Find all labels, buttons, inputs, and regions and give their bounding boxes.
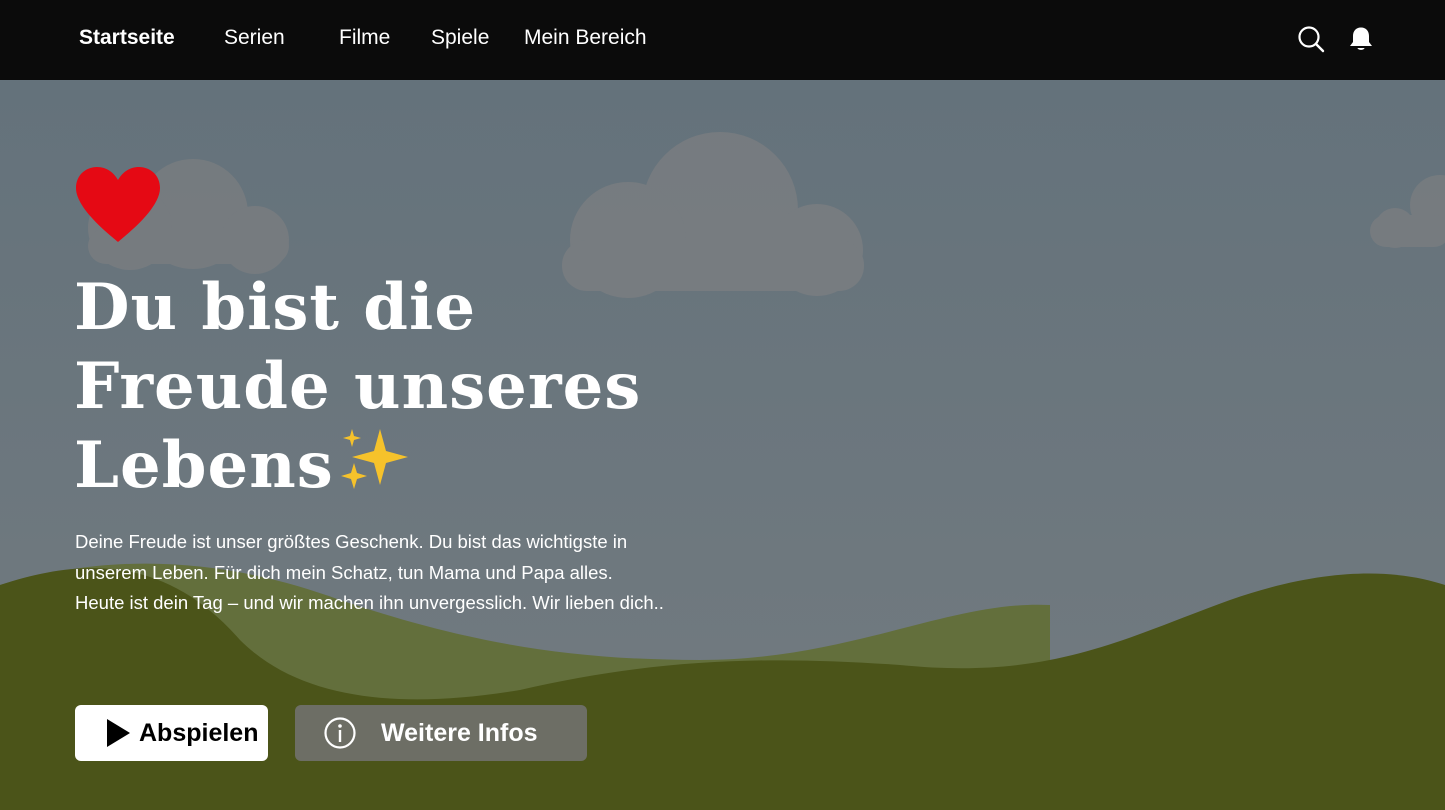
hero-title: Du bist die Freude unseres Lebens	[74, 268, 734, 505]
top-navigation-bar: Startseite Serien Filme Spiele Mein Bere…	[0, 0, 1445, 80]
info-icon	[324, 717, 356, 749]
nav-item-spiele[interactable]: Spiele	[431, 26, 489, 50]
more-info-button-label: Weitere Infos	[381, 718, 538, 747]
nav-item-serien[interactable]: Serien	[224, 26, 285, 50]
play-button-label: Abspielen	[139, 718, 259, 747]
play-button[interactable]: Abspielen	[75, 705, 268, 761]
hero-description: Deine Freude ist unser größtes Geschenk.…	[75, 531, 664, 613]
search-icon[interactable]	[1297, 25, 1325, 53]
hero-title-line-1: Du bist die	[74, 270, 477, 345]
nav-item-startseite[interactable]: Startseite	[79, 26, 175, 50]
hero-title-line-2: Freude unseres	[74, 349, 642, 424]
sparkles-icon	[340, 429, 408, 489]
nav-item-filme[interactable]: Filme	[339, 26, 390, 50]
bell-icon[interactable]	[1347, 25, 1375, 53]
nav-item-mein-bereich[interactable]: Mein Bereich	[524, 26, 647, 50]
more-info-button[interactable]: Weitere Infos	[295, 705, 587, 761]
hero-title-line-3: Lebens	[74, 428, 334, 503]
play-icon	[107, 719, 130, 747]
heart-icon	[76, 167, 160, 242]
